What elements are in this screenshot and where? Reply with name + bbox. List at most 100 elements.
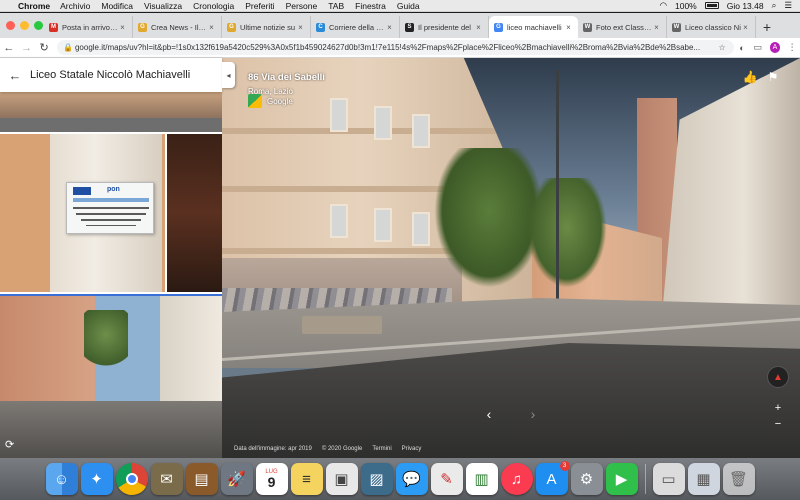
tab-close-icon[interactable]: × xyxy=(474,23,483,32)
rotate-360-icon[interactable]: ⟳ xyxy=(5,438,14,451)
photo-panel: ← Liceo Statale Niccolò Machiavelli pon … xyxy=(0,58,222,458)
photo-thumbnail-street-top[interactable] xyxy=(0,92,222,132)
calendar-icon[interactable]: LUG 9 xyxy=(255,463,288,495)
report-flag-icon[interactable]: ⚑ xyxy=(766,70,780,84)
tab-strip: M Posta in arrivo (1 × G Crea News - Il Gio ×… xyxy=(0,13,800,38)
tab-close-icon[interactable]: × xyxy=(652,23,661,32)
macos-dock: ☺ ✦ ✉ ▤ 🚀 LUG 9 ≡ ▣ ▨ 💬 ✎ ▥ ♫ A 3 ⚙ ▶ ▭ … xyxy=(0,458,800,500)
chrome-menu-icon[interactable]: ⋮ xyxy=(784,42,800,53)
photo-thumbnail-street-selected[interactable]: ⟳ xyxy=(0,294,222,458)
street-view-canvas[interactable]: 86 Via dei Sabelli Roma, Lazio Google 👍 … xyxy=(222,58,800,458)
collapse-panel-button[interactable]: ◂ xyxy=(222,62,235,88)
zoom-in-button[interactable]: + xyxy=(767,402,789,416)
tab-close-icon[interactable]: × xyxy=(385,23,394,32)
notes-book-icon[interactable]: ▤ xyxy=(185,463,218,495)
preview-icon[interactable]: ✉ xyxy=(150,463,183,495)
menu-app-name[interactable]: Chrome xyxy=(18,1,50,11)
photo-booth-icon[interactable]: ▣ xyxy=(325,463,358,495)
tab-3[interactable]: C Corriere della Sera× xyxy=(311,16,400,38)
terms-link[interactable]: Termini xyxy=(372,446,391,452)
menu-cronologia[interactable]: Cronologia xyxy=(193,1,234,11)
tab-favicon-icon: G xyxy=(138,22,147,32)
tab-close-icon[interactable]: × xyxy=(296,23,305,32)
menu-guida[interactable]: Guida xyxy=(397,1,420,11)
menu-archivio[interactable]: Archivio xyxy=(60,1,90,11)
tab-close-icon[interactable]: × xyxy=(118,23,127,32)
tab-7[interactable]: W Liceo classico Ni × xyxy=(667,16,756,38)
school-plaque: pon xyxy=(66,182,154,234)
maximize-window-button[interactable] xyxy=(34,21,43,30)
tab-0[interactable]: M Posta in arrivo (1 × xyxy=(44,16,133,38)
safari-icon[interactable]: ✦ xyxy=(80,463,113,495)
previous-photo-arrow-icon[interactable]: ‹ xyxy=(480,406,498,424)
photo-thumbnail-plaque[interactable]: pon xyxy=(0,134,165,292)
minimize-window-button[interactable] xyxy=(20,21,29,30)
launchpad-icon[interactable]: 🚀 xyxy=(220,463,253,495)
tab-1[interactable]: G Crea News - Il Gio × xyxy=(133,16,222,38)
menubar-clock[interactable]: Gio 13.48 xyxy=(727,1,764,11)
profile-avatar[interactable]: A xyxy=(769,42,781,53)
tab-4[interactable]: S Il presidente del × xyxy=(400,16,489,38)
google-contributor-icon xyxy=(248,94,262,108)
battery-icon[interactable] xyxy=(704,2,719,9)
zoom-out-button[interactable]: − xyxy=(767,418,789,432)
tab-close-icon[interactable]: × xyxy=(564,23,573,32)
close-window-button[interactable] xyxy=(6,21,15,30)
panel-header: ← Liceo Statale Niccolò Machiavelli xyxy=(0,58,222,92)
lock-icon[interactable]: 🔒 xyxy=(63,43,75,52)
address-bar[interactable]: 🔒 google.it/maps/uv?hl=it&pb=!1s0x132f61… xyxy=(56,40,735,55)
extension-icon[interactable]: ◐ xyxy=(734,43,750,53)
menu-preferiti[interactable]: Preferiti xyxy=(245,1,274,11)
image-capture-icon[interactable]: ▨ xyxy=(360,463,393,495)
privacy-link[interactable]: Privacy xyxy=(402,446,422,452)
system-preferences-icon[interactable]: ⚙ xyxy=(570,463,603,495)
calendar-day: 9 xyxy=(267,474,276,490)
tab-5[interactable]: Gliceo machiavelli × xyxy=(489,16,578,38)
chrome-icon[interactable] xyxy=(115,463,148,495)
tab-label: Ultime notizie su xyxy=(240,22,296,32)
tab-favicon-icon: G xyxy=(227,22,236,32)
tab-label: Posta in arrivo (1 xyxy=(62,22,118,32)
menu-finestra[interactable]: Finestra xyxy=(355,1,386,11)
panel-title: Liceo Statale Niccolò Machiavelli xyxy=(30,69,191,81)
tab-label: Il presidente del xyxy=(418,22,471,32)
new-tab-button[interactable]: + xyxy=(756,16,778,38)
spotlight-icon[interactable]: ⌕ xyxy=(772,0,777,11)
dock-separator xyxy=(644,464,646,494)
tab-2[interactable]: G Ultime notizie su × xyxy=(222,16,311,38)
trash-icon[interactable]: 🗑 xyxy=(722,463,755,495)
menu-tab[interactable]: TAB xyxy=(328,1,344,11)
numbers-icon[interactable]: ▥ xyxy=(465,463,498,495)
notes-icon[interactable]: ≡ xyxy=(290,463,323,495)
thumbs-up-icon[interactable]: 👍 xyxy=(742,70,758,84)
messages-icon[interactable]: 💬 xyxy=(395,463,428,495)
cast-icon[interactable]: ▭ xyxy=(750,42,766,53)
wifi-icon[interactable]: ◠ xyxy=(660,0,667,11)
finder-icon[interactable]: ☺ xyxy=(45,463,78,495)
facetime-icon[interactable]: ▶ xyxy=(605,463,638,495)
bookmark-star-icon[interactable]: ☆ xyxy=(716,43,728,52)
forward-button[interactable]: → xyxy=(18,39,36,57)
panel-back-arrow-icon[interactable]: ← xyxy=(0,68,30,83)
menu-visualizza[interactable]: Visualizza xyxy=(144,1,182,11)
documents-stack-icon[interactable]: ▦ xyxy=(687,463,720,495)
next-photo-arrow-icon[interactable]: › xyxy=(524,406,542,424)
reload-button[interactable]: ↻ xyxy=(35,39,53,57)
tab-label: Crea News - Il Gio xyxy=(151,22,207,32)
tab-close-icon[interactable]: × xyxy=(741,23,750,32)
back-button[interactable]: ← xyxy=(0,39,18,57)
address-street: 86 Via dei Sabelli xyxy=(248,72,325,83)
menu-persone[interactable]: Persone xyxy=(286,1,318,11)
textedit-icon[interactable]: ✎ xyxy=(430,463,463,495)
downloads-stack-icon[interactable]: ▭ xyxy=(652,463,685,495)
tab-close-icon[interactable]: × xyxy=(207,23,216,32)
music-icon[interactable]: ♫ xyxy=(500,463,533,495)
app-store-icon[interactable]: A 3 xyxy=(535,461,570,495)
photo-thumbnail-door[interactable] xyxy=(167,134,222,292)
compass-icon[interactable]: ▲ xyxy=(767,366,789,388)
photo-source[interactable]: Google xyxy=(248,94,293,108)
control-menu-icon[interactable]: ☰ xyxy=(784,0,792,11)
tab-6[interactable]: W Foto ext Classico × xyxy=(578,16,667,38)
menu-modifica[interactable]: Modifica xyxy=(101,1,133,11)
photo-source-label: Google xyxy=(267,96,293,106)
